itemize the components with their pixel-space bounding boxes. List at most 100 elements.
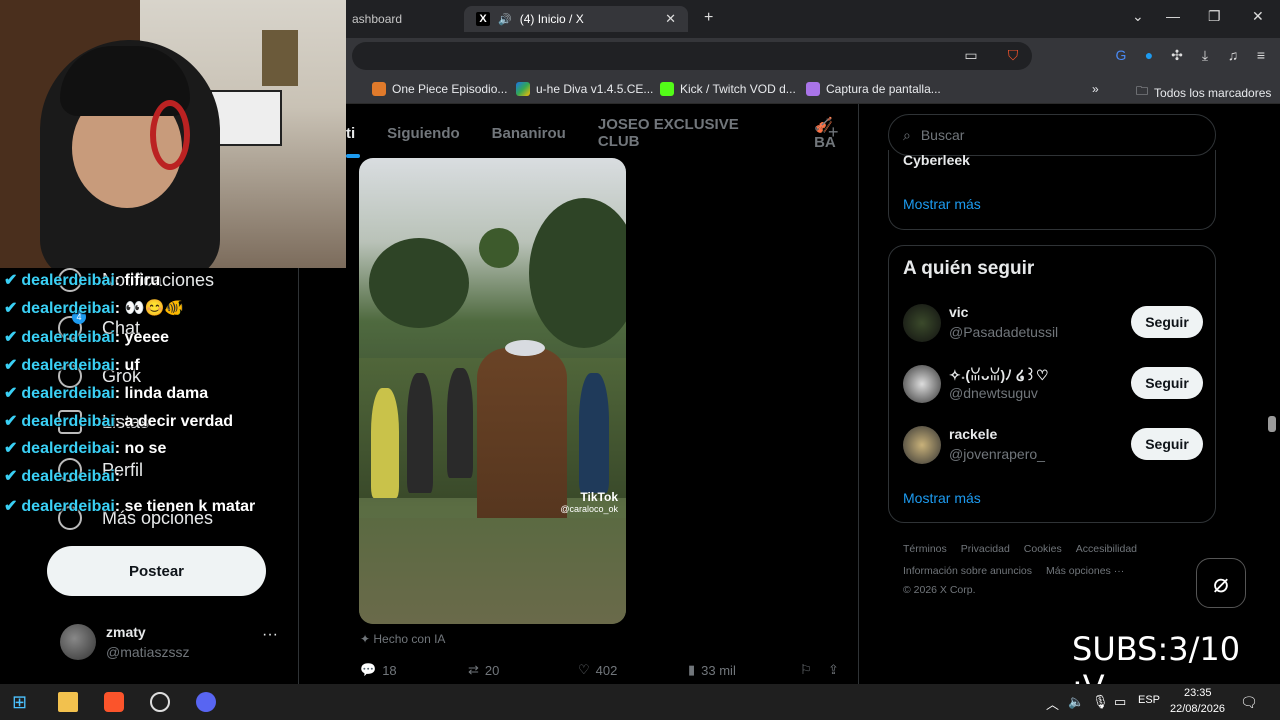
active-tab-indicator (346, 154, 360, 158)
tab-for-you[interactable]: ti (346, 125, 355, 142)
window-close-icon[interactable]: ✕ (1252, 8, 1264, 25)
watermark-text: TikTok (580, 490, 618, 504)
translate-icon[interactable]: G (1112, 46, 1130, 64)
chat-user: dealerdeibai (21, 329, 115, 346)
reply-count: 18 (382, 662, 397, 678)
bookmark-item[interactable]: Kick / Twitch VOD d... (660, 82, 796, 96)
tree-shape (369, 238, 469, 328)
sign-shape (210, 90, 282, 146)
download-icon[interactable]: ⤓ (1196, 46, 1214, 64)
tab-dashboard[interactable]: ashboard (340, 6, 460, 32)
like-button[interactable]: ♡ 402 (578, 662, 617, 678)
menu-icon[interactable]: ≡ (1252, 46, 1270, 64)
microphone-icon[interactable]: 🎙 (1092, 694, 1109, 710)
share-icon[interactable]: ⇪ (828, 662, 839, 678)
chat-message: ✔ dealerdeibai: (4, 468, 121, 485)
language-indicator[interactable]: ESP (1138, 694, 1160, 706)
obs-icon[interactable] (150, 692, 170, 712)
bookmark-item[interactable]: Captura de pantalla... (806, 82, 941, 96)
follow-suggestion[interactable]: vic @Pasadadetussil Seguir (889, 298, 1217, 348)
footer-link[interactable]: Accesibilidad (1076, 543, 1137, 555)
footer-link[interactable]: Información sobre anuncios (903, 565, 1032, 577)
chat-text: : (114, 468, 121, 485)
url-field[interactable] (352, 42, 1032, 70)
tab-following[interactable]: Siguiendo (387, 125, 460, 142)
windows-start-icon[interactable]: ⊞ (12, 692, 32, 712)
close-icon[interactable]: ✕ (665, 11, 676, 27)
more-bookmarks-icon[interactable]: » (1092, 82, 1099, 96)
ellipsis-icon[interactable]: ··· (262, 626, 278, 644)
trend-item[interactable]: Cyberleek (903, 152, 970, 168)
chat-message: ✔ dealerdeibai: 👀😊🐠 (4, 300, 185, 317)
post-button[interactable]: Postear (47, 546, 266, 596)
chat-user: dealerdeibai (21, 498, 115, 515)
who-to-follow-card: A quién seguir vic @Pasadadetussil Segui… (888, 245, 1216, 523)
footer-link[interactable]: Términos (903, 543, 947, 555)
bookmark-item[interactable]: u-he Diva v1.4.5.CE... (516, 82, 653, 96)
bookmark-icon[interactable]: ⚐ (800, 662, 812, 678)
discord-icon[interactable] (196, 692, 216, 712)
file-explorer-icon[interactable] (58, 692, 78, 712)
grok-fab-icon[interactable]: ⌀ (1196, 558, 1246, 608)
brave-shield-icon[interactable]: ⛉ (1004, 46, 1022, 64)
footer-link[interactable]: Más opciones ··· (1046, 565, 1124, 577)
headset-icon (150, 100, 190, 170)
search-input[interactable]: Buscar (921, 127, 965, 143)
poster-shape (262, 30, 298, 86)
follow-suggestion[interactable]: ✧˖(ꈍᴗꈍ)ﾉ ໒꒱♡ @dnewtsuguv Seguir (889, 359, 1217, 409)
tab-joseo[interactable]: JOSEO EXCLUSIVE CLUB (598, 116, 782, 150)
restore-icon[interactable]: ❐ (1208, 8, 1221, 25)
profile-name: zmaty (106, 624, 146, 640)
add-tab-icon[interactable]: + (828, 122, 839, 143)
timeline-tabs: ti Siguiendo Bananirou JOSEO EXCLUSIVE C… (346, 110, 858, 156)
reply-button[interactable]: 💬 18 (360, 662, 397, 678)
cast-icon[interactable]: ▭ (962, 46, 980, 64)
notifications-icon[interactable]: 🗨 (1240, 694, 1258, 711)
bookmark-label: Todos los marcadores (1154, 85, 1272, 100)
post-video[interactable]: TikTok @caraloco_ok (359, 158, 626, 624)
music-icon[interactable]: ♫ (1224, 46, 1242, 64)
profile-handle: @matiaszssz (106, 644, 190, 660)
scrollbar-thumb[interactable] (1268, 416, 1276, 432)
account-switcher[interactable]: zmaty @matiaszssz ··· (58, 620, 288, 664)
tray-chevron-icon[interactable]: ︿ (1046, 694, 1059, 713)
volume-icon[interactable]: 🔈 (1068, 694, 1084, 710)
ai-made-label: ✦ Hecho con IA (360, 632, 445, 646)
tab-bananirou[interactable]: Bananirou (492, 125, 566, 142)
suggestion-handle: @jovenrapero_ (949, 446, 1045, 462)
bookmark-item[interactable]: One Piece Episodio... (372, 82, 507, 96)
clock-time[interactable]: 23:35 (1184, 687, 1212, 699)
views-button[interactable]: ▮ 33 mil (688, 662, 736, 678)
show-more-trends-link[interactable]: Mostrar más (903, 196, 981, 212)
chat-message: ✔ dealerdeibai: uf (4, 357, 140, 374)
all-bookmarks-folder[interactable]: 🗀 Todos los marcadores (1136, 82, 1271, 103)
copyright: © 2026 X Corp. (903, 584, 976, 596)
follow-button[interactable]: Seguir (1131, 367, 1203, 399)
footer-link[interactable]: Cookies (1024, 543, 1062, 555)
tiktok-watermark: TikTok @caraloco_ok (560, 490, 618, 514)
follow-button[interactable]: Seguir (1131, 428, 1203, 460)
brave-browser-icon[interactable] (104, 692, 124, 712)
bookmark-label: One Piece Episodio... (392, 82, 508, 96)
repost-icon: ⇄ (468, 662, 479, 677)
extension-icon[interactable]: ● (1140, 46, 1158, 64)
follow-suggestion[interactable]: rackele @jovenrapero_ Seguir (889, 420, 1217, 470)
chat-user: dealerdeibai (21, 300, 115, 317)
column-divider (858, 104, 859, 684)
tab-search-icon[interactable]: ⌄ (1132, 8, 1144, 25)
show-more-follow-link[interactable]: Mostrar más (903, 490, 981, 506)
speaker-icon: 🔊 (498, 13, 512, 26)
webcam-overlay (0, 0, 346, 268)
network-icon[interactable]: ▭ (1114, 694, 1126, 710)
watermark-handle: @caraloco_ok (560, 504, 618, 514)
repost-button[interactable]: ⇄ 20 (468, 662, 499, 678)
footer-links: Información sobre anuncios Más opciones … (903, 565, 1124, 577)
puzzle-icon[interactable]: ✣ (1168, 46, 1186, 64)
clock-date[interactable]: 22/08/2026 (1170, 703, 1225, 715)
new-tab-button[interactable]: + (704, 9, 713, 27)
minimize-icon[interactable]: — (1166, 8, 1180, 24)
chat-user: dealerdeibai (21, 272, 115, 289)
tab-x-home[interactable]: X 🔊 (4) Inicio / X ✕ (464, 6, 688, 32)
footer-link[interactable]: Privacidad (961, 543, 1010, 555)
follow-button[interactable]: Seguir (1131, 306, 1203, 338)
